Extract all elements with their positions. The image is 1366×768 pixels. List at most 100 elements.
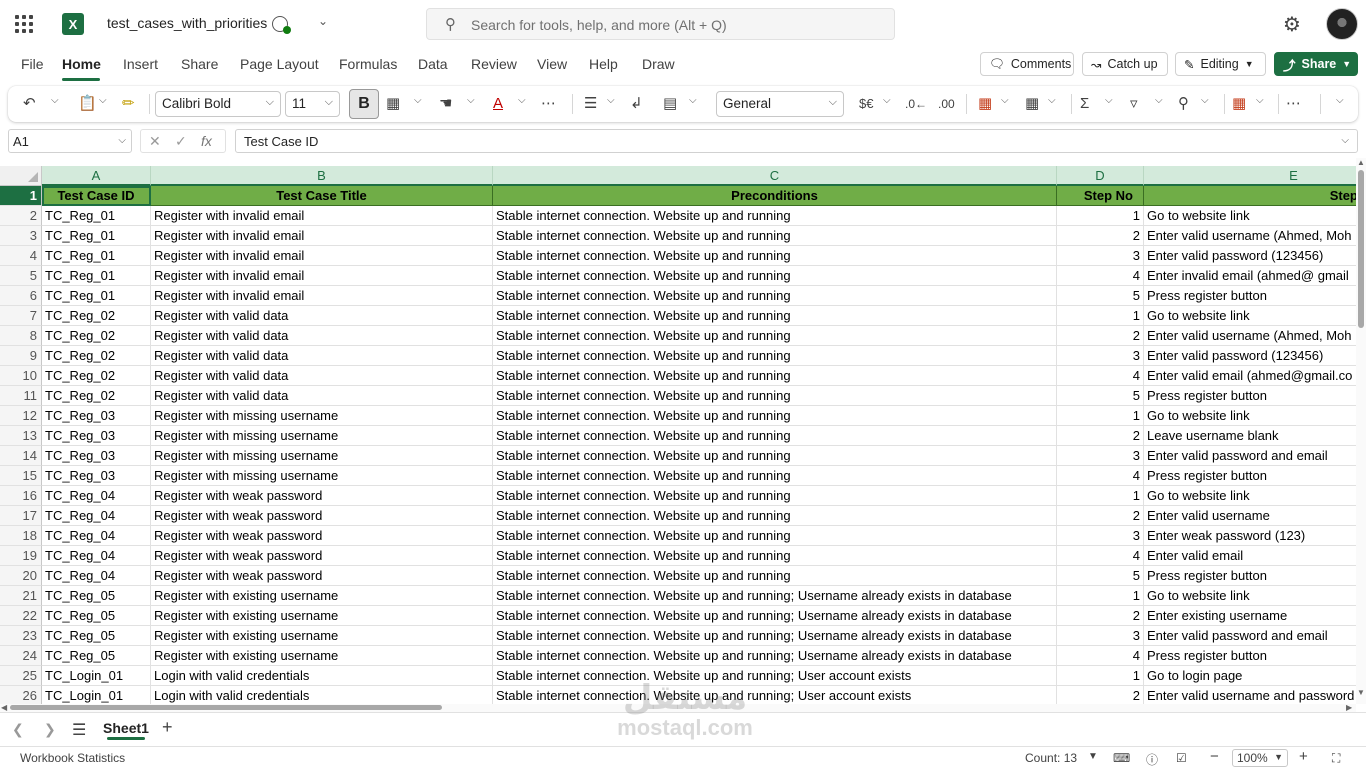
align-icon[interactable]: ☰ [584,93,597,115]
cell-step-description[interactable]: Press register button [1144,646,1356,666]
header-cell-step-description[interactable]: Step Description [1144,186,1356,206]
cell-step-no[interactable]: 2 [1057,686,1144,704]
keyboard-icon[interactable]: ⌨ [1113,751,1130,765]
cell-test-case-id[interactable]: TC_Reg_02 [42,386,151,406]
cell-test-case-title[interactable]: Register with invalid email [151,266,493,286]
cell-step-no[interactable]: 4 [1057,546,1144,566]
row-header[interactable]: 23 [0,626,42,646]
cell-preconditions[interactable]: Stable internet connection. Website up a… [493,586,1057,606]
cell-step-description[interactable]: Press register button [1144,466,1356,486]
cell-step-description[interactable]: Go to website link [1144,406,1356,426]
help-icon[interactable]: ⓘ [1146,751,1158,768]
cell-step-description[interactable]: Enter valid email [1144,546,1356,566]
cell-step-no[interactable]: 1 [1057,306,1144,326]
header-cell-test-case-title[interactable]: Test Case Title [151,186,493,206]
cell-test-case-id[interactable]: TC_Reg_03 [42,446,151,466]
cell-test-case-title[interactable]: Register with valid data [151,386,493,406]
cell-test-case-title[interactable]: Register with weak password [151,526,493,546]
document-title[interactable]: test_cases_with_priorities [107,15,267,31]
cell-step-description[interactable]: Leave username blank [1144,426,1356,446]
cell-test-case-title[interactable]: Register with valid data [151,346,493,366]
comments-button[interactable]: 🗨 Comments [980,52,1074,76]
tab-share[interactable]: Share [181,56,218,72]
cell-test-case-id[interactable]: TC_Reg_01 [42,226,151,246]
cell-test-case-id[interactable]: TC_Reg_04 [42,526,151,546]
zoom-select[interactable]: 100% ▼ [1232,749,1288,767]
cell-preconditions[interactable]: Stable internet connection. Website up a… [493,286,1057,306]
font-size-select[interactable]: 11 ⌵ [285,91,340,117]
cell-test-case-title[interactable]: Register with invalid email [151,246,493,266]
cell-step-description[interactable]: Enter weak password (123) [1144,526,1356,546]
header-cell-test-case-id[interactable]: Test Case ID [42,186,151,206]
cell-step-no[interactable]: 5 [1057,286,1144,306]
cell-test-case-title[interactable]: Register with weak password [151,566,493,586]
add-ins-icon[interactable]: ▦ [1232,93,1246,115]
cell-preconditions[interactable]: Stable internet connection. Website up a… [493,406,1057,426]
vertical-scroll-thumb[interactable] [1358,170,1364,328]
cell-step-no[interactable]: 3 [1057,246,1144,266]
tab-page-layout[interactable]: Page Layout [240,56,319,72]
more-commands-icon[interactable]: ⋯ [1286,93,1301,115]
cell-step-no[interactable]: 3 [1057,446,1144,466]
cell-test-case-id[interactable]: TC_Reg_04 [42,566,151,586]
cell-test-case-title[interactable]: Register with missing username [151,446,493,466]
column-header-d[interactable]: D [1057,166,1144,186]
row-header[interactable]: 26 [0,686,42,704]
vertical-scrollbar[interactable]: ▲ ▼ [1356,158,1366,704]
cell-step-description[interactable]: Enter valid password and email [1144,626,1356,646]
cell-test-case-id[interactable]: TC_Reg_05 [42,626,151,646]
chevron-down-icon[interactable]: ⌵ [1155,95,1163,106]
cell-step-no[interactable]: 4 [1057,466,1144,486]
cell-test-case-title[interactable]: Register with existing username [151,626,493,646]
cell-preconditions[interactable]: Stable internet connection. Website up a… [493,386,1057,406]
cell-step-description[interactable]: Go to login page [1144,666,1356,686]
cell-test-case-id[interactable]: TC_Reg_05 [42,646,151,666]
decrease-decimal-icon[interactable]: .0← [905,93,927,115]
sort-filter-icon[interactable]: ▿ [1130,93,1138,115]
cell-preconditions[interactable]: Stable internet connection. Website up a… [493,266,1057,286]
cell-preconditions[interactable]: Stable internet connection. Website up a… [493,526,1057,546]
chevron-down-icon[interactable]: ⌵ [467,95,475,106]
cell-preconditions[interactable]: Stable internet connection. Website up a… [493,366,1057,386]
select-all-corner[interactable] [0,166,42,186]
cell-step-description[interactable]: Press register button [1144,286,1356,306]
zoom-in-icon[interactable]: + [1299,748,1308,765]
cell-preconditions[interactable]: Stable internet connection. Website up a… [493,466,1057,486]
cell-test-case-id[interactable]: TC_Reg_01 [42,286,151,306]
cell-step-description[interactable]: Go to website link [1144,586,1356,606]
cancel-icon[interactable]: ✕ [149,133,161,150]
cell-test-case-id[interactable]: TC_Reg_02 [42,306,151,326]
prev-sheet-icon[interactable]: ❮ [12,721,24,738]
chevron-down-icon[interactable]: ⌵ [1001,95,1009,106]
scroll-left-icon[interactable]: ◀ [1,703,7,712]
find-icon[interactable]: ⚲ [1178,93,1189,115]
cell-test-case-id[interactable]: TC_Reg_01 [42,206,151,226]
cell-step-description[interactable]: Enter valid password (123456) [1144,346,1356,366]
gear-icon[interactable]: ⚙ [1283,12,1301,37]
cell-preconditions[interactable]: Stable internet connection. Website up a… [493,646,1057,666]
chevron-down-icon[interactable]: ⌵ [1256,95,1264,106]
cell-step-no[interactable]: 1 [1057,586,1144,606]
cell-step-description[interactable]: Press register button [1144,566,1356,586]
cell-test-case-title[interactable]: Register with weak password [151,546,493,566]
app-launcher-icon[interactable] [15,15,33,33]
cell-test-case-title[interactable]: Register with invalid email [151,226,493,246]
row-header[interactable]: 20 [0,566,42,586]
chevron-down-icon[interactable]: ▼ [1088,751,1098,762]
cell-step-no[interactable]: 1 [1057,206,1144,226]
catch-up-button[interactable]: ↝ Catch up [1082,52,1168,76]
cell-step-description[interactable]: Go to website link [1144,206,1356,226]
row-header[interactable]: 9 [0,346,42,366]
column-header-e[interactable]: E [1144,166,1356,186]
row-header[interactable]: 2 [0,206,42,226]
cell-test-case-title[interactable]: Register with invalid email [151,286,493,306]
row-header[interactable]: 7 [0,306,42,326]
cell-step-no[interactable]: 2 [1057,506,1144,526]
row-header[interactable]: 11 [0,386,42,406]
chevron-down-icon[interactable]: ⌵ [883,95,891,106]
cell-preconditions[interactable]: Stable internet connection. Website up a… [493,666,1057,686]
wrap-text-icon[interactable]: ↲ [630,93,643,115]
count-indicator[interactable]: Count: 13 [1025,751,1077,765]
more-options-icon[interactable]: ⋯ [541,93,556,115]
cell-step-no[interactable]: 1 [1057,666,1144,686]
